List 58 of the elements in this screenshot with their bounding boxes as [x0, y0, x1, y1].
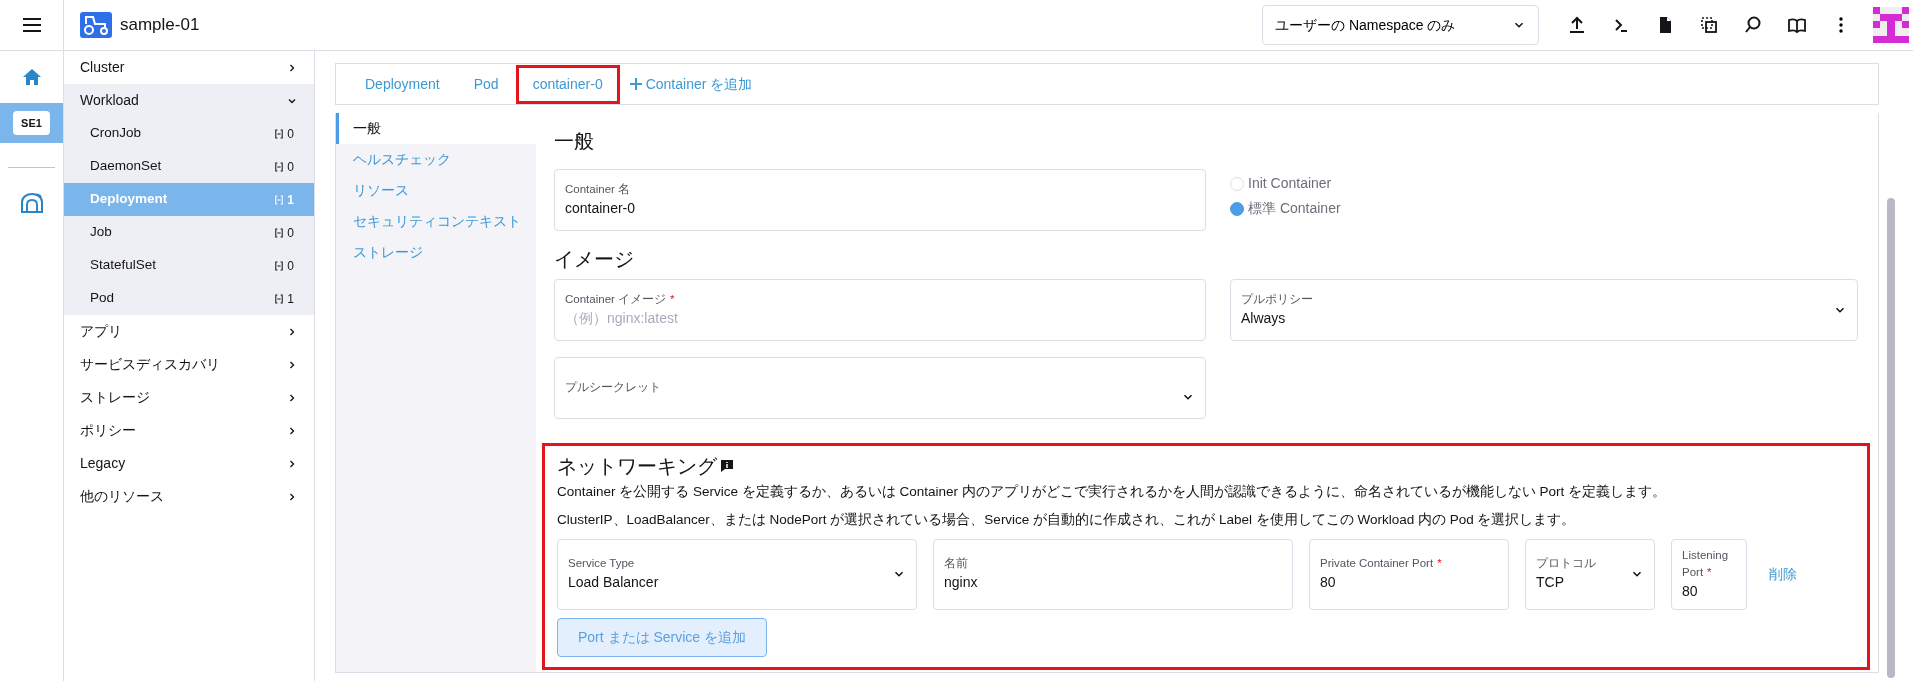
- private-port-field[interactable]: Private Container Port * 80: [1309, 538, 1509, 610]
- project-name: sample-01: [120, 14, 200, 37]
- protocol-select[interactable]: プロトコル TCP: [1525, 538, 1655, 610]
- resource-count: 0: [287, 224, 294, 242]
- sidebar-item[interactable]: ストレージ: [64, 381, 314, 414]
- resource-count: 1: [287, 290, 294, 308]
- section-heading: イメージ: [554, 247, 635, 271]
- resource-count: 0: [287, 158, 294, 176]
- sidebar-item[interactable]: Workload: [64, 84, 314, 117]
- info-icon[interactable]: [721, 460, 733, 472]
- description-text: Container を公開する Service を定義するか、あるいは Container 内のアプリがどこで実行されるかを人間が認識できるように、命名されているが機能しない Port を定義します。: [557, 483, 1668, 501]
- workspace-badge-item[interactable]: SE1: [0, 103, 63, 143]
- listening-port-field[interactable]: Listening Port * 80: [1671, 538, 1747, 610]
- tractor-logo-icon: [80, 12, 112, 38]
- resource-icon: [275, 227, 284, 238]
- sidebar-item[interactable]: 他のリソース: [64, 480, 314, 513]
- home-icon[interactable]: [21, 67, 42, 87]
- menu-icon[interactable]: [21, 17, 42, 33]
- resource-icon: [275, 128, 284, 139]
- resource-icon: [275, 293, 284, 304]
- sidebar-item[interactable]: サービスディスカバリ: [64, 348, 314, 381]
- sidebar-subitem[interactable]: DaemonSet 0: [64, 150, 314, 183]
- resource-count: 0: [287, 125, 294, 143]
- search-icon: [1743, 15, 1763, 35]
- container-type-radio[interactable]: 標準 Container: [1230, 198, 1341, 219]
- sidebar-subitem[interactable]: CronJob 0: [64, 117, 314, 150]
- pull-secret-select[interactable]: プルシークレット: [554, 357, 1206, 419]
- plus-icon: [629, 78, 642, 90]
- service-type-select[interactable]: Service Type Load Balancer: [557, 538, 917, 610]
- resource-icon: [275, 260, 284, 271]
- section-nav-item[interactable]: 一般: [336, 113, 536, 144]
- copy-icon: [1699, 15, 1719, 35]
- section-heading: ネットワーキング: [557, 454, 717, 478]
- name-field[interactable]: 名前 nginx: [933, 538, 1293, 610]
- container-image-field[interactable]: Container イメージ * （例）nginx:latest: [554, 279, 1206, 341]
- upload-icon: [1567, 15, 1587, 35]
- resource-count: 1: [287, 191, 294, 209]
- sidebar-subitem[interactable]: StatefulSet 0: [64, 249, 314, 282]
- namespace-filter-select[interactable]: ユーザーの Namespace のみ: [1262, 5, 1539, 45]
- resource-count: 0: [287, 257, 294, 275]
- resource-icon: [275, 161, 284, 172]
- book-icon: [1787, 15, 1807, 35]
- container-name-field[interactable]: Container 名 container-0: [554, 169, 1206, 231]
- pull-policy-select[interactable]: プルポリシー Always: [1230, 279, 1858, 341]
- section-heading: 一般: [554, 129, 595, 153]
- avatar-icon[interactable]: [1873, 7, 1909, 43]
- scrollbar[interactable]: [1887, 198, 1895, 678]
- resource-icon: [275, 194, 284, 205]
- sidebar-subitem[interactable]: Pod 1: [64, 282, 314, 315]
- sidebar-item[interactable]: Legacy: [64, 447, 314, 480]
- sidebar-subitem[interactable]: Job 0: [64, 216, 314, 249]
- sidebar-item[interactable]: アプリ: [64, 315, 314, 348]
- sidebar-item[interactable]: ポリシー: [64, 414, 314, 447]
- container-type-radio[interactable]: Init Container: [1230, 173, 1341, 194]
- house-outline-icon[interactable]: [19, 192, 44, 214]
- more-icon: [1839, 17, 1843, 33]
- sidebar-item[interactable]: Cluster: [64, 51, 314, 84]
- description-text: ClusterIP、LoadBalancer、または NodePort が選択されている場合、Service が自動的に作成され、これが Label を使用してこの Workload 内の Pod を選択します。: [557, 511, 1577, 530]
